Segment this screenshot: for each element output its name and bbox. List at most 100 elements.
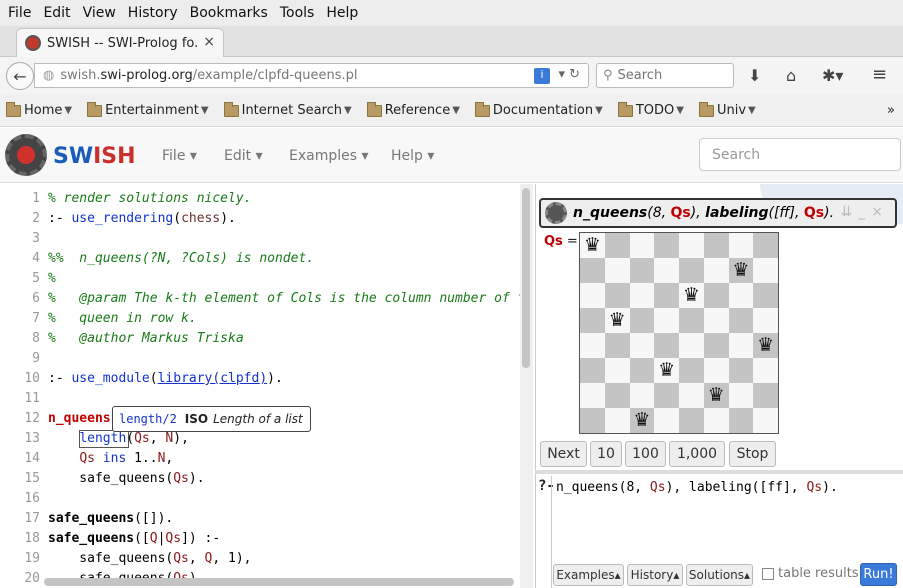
history-dropdown-button[interactable]: History▴ (627, 564, 683, 586)
next-button[interactable]: Next (540, 441, 587, 467)
board-square (654, 333, 679, 358)
menu-tools[interactable]: Tools (274, 5, 321, 21)
bookmark-documentation[interactable]: Documentation ▼ (474, 101, 603, 118)
folder-icon (474, 101, 490, 117)
line-number: 10 (24, 371, 40, 386)
editor-vertical-scroll-thumb[interactable] (522, 188, 530, 368)
bookmark-reference[interactable]: Reference ▼ (366, 101, 460, 118)
code-line: safe_queens([]). (48, 511, 174, 526)
board-square (580, 333, 605, 358)
board-square (629, 383, 655, 408)
board-square (629, 283, 655, 308)
folder-icon (87, 101, 103, 117)
board-square (629, 233, 655, 258)
board-square (728, 383, 754, 408)
bookmark-univ[interactable]: Univ ▼ (698, 101, 756, 118)
board-square (654, 308, 679, 333)
queen-icon: ♛ (633, 409, 651, 431)
table-results-checkbox[interactable] (762, 567, 774, 580)
globe-icon: ◍ (43, 68, 55, 83)
swish-menu-file[interactable]: File ▾ (162, 148, 197, 164)
swish-menu-help[interactable]: Help ▾ (391, 148, 434, 164)
query-controls[interactable]: ⇊_× (841, 204, 889, 220)
folder-icon (223, 101, 239, 117)
line-number: 16 (24, 491, 40, 506)
next-10-button[interactable]: 10 (590, 441, 622, 467)
line-number: 9 (32, 351, 40, 366)
result-binding-label: Qs = (544, 234, 578, 249)
line-number: 11 (24, 391, 40, 406)
tab-swish[interactable]: SWISH -- SWI-Prolog fo... × (16, 28, 224, 57)
browser-search[interactable]: ⚲ (596, 63, 734, 88)
menu-file[interactable]: File (2, 5, 37, 21)
menu-edit[interactable]: Edit (37, 5, 76, 21)
board-square (753, 283, 778, 308)
board-square (703, 283, 729, 308)
bookmark-todo[interactable]: TODO ▼ (617, 101, 684, 118)
bookmark-entertainment[interactable]: Entertainment ▼ (87, 101, 209, 118)
board-square (753, 233, 778, 258)
extension-icon[interactable]: ✱▾ (822, 66, 843, 85)
code-line: n_queens (48, 411, 111, 426)
swish-brand[interactable]: SWISH (53, 144, 136, 169)
swish-menu-examples[interactable]: Examples ▾ (289, 148, 369, 164)
board-square (604, 333, 630, 358)
board-square (703, 358, 729, 383)
swish-navbar: SWISH File ▾ Edit ▾ Examples ▾ Help ▾ Se… (0, 128, 903, 183)
editor-horizontal-scroll-thumb[interactable] (44, 578, 514, 586)
queen-icon: ♛ (658, 359, 676, 381)
url-bar[interactable]: ◍ swish. swi-prolog.org/example/clpfd-que… (34, 63, 589, 88)
pane-divider[interactable] (535, 470, 903, 474)
hamburger-menu-icon[interactable]: ≡ (872, 64, 887, 85)
stop-button[interactable]: Stop (729, 441, 776, 467)
menu-view[interactable]: View (77, 5, 122, 21)
close-tab-icon[interactable]: × (203, 34, 215, 50)
queen-icon: ♛ (608, 309, 626, 331)
url-prefix: swish. (60, 68, 101, 83)
browser-search-input[interactable] (617, 68, 718, 83)
queen-icon: ♛ (757, 334, 775, 356)
board-square (604, 408, 630, 433)
next-100-button[interactable]: 100 (625, 441, 666, 467)
menu-help[interactable]: Help (320, 5, 364, 21)
board-square (753, 258, 778, 283)
examples-dropdown-button[interactable]: Examples▴ (553, 564, 624, 586)
nav-bar: ← ◍ swish. swi-prolog.org/example/clpfd-q… (0, 57, 903, 95)
tab-title: SWISH -- SWI-Prolog fo... (47, 35, 197, 51)
swish-search-input[interactable]: Search (699, 138, 901, 171)
menu-bookmarks[interactable]: Bookmarks (184, 5, 274, 21)
run-button[interactable]: Run! (860, 563, 897, 586)
download-icon[interactable]: ⬇ (748, 66, 761, 85)
swish-menu-edit[interactable]: Edit ▾ (224, 148, 263, 164)
reload-icon[interactable]: ▾ ↻ (558, 67, 580, 82)
query-prompt: ?- (538, 478, 555, 494)
table-results-toggle[interactable]: table results (762, 566, 859, 581)
board-square (654, 233, 679, 258)
info-icon[interactable]: i (534, 68, 550, 84)
code-line: :- use_rendering(chess). (48, 211, 236, 226)
folder-icon (366, 101, 382, 117)
bookmark-home[interactable]: Home ▼ (6, 101, 73, 118)
menubar: File Edit View History Bookmarks Tools H… (0, 0, 903, 26)
bookmark-internet-search[interactable]: Internet Search ▼ (223, 101, 352, 118)
menu-history[interactable]: History (122, 5, 184, 21)
board-square (679, 408, 704, 433)
solutions-dropdown-button[interactable]: Solutions▴ (686, 564, 753, 586)
board-square (728, 408, 754, 433)
query-gutter-line (551, 476, 552, 588)
board-square (753, 308, 778, 333)
tooltip-predicate[interactable]: length/2 (119, 412, 177, 426)
query-input[interactable]: n_queens(8, Qs), labeling([ff], Qs). (556, 480, 838, 495)
chevron-down-icon: ▼ (64, 105, 73, 116)
bookmarks-overflow-icon[interactable]: » (887, 103, 895, 118)
next-1000-button[interactable]: 1,000 (669, 441, 725, 467)
back-button[interactable]: ← (6, 62, 34, 90)
tooltip-iso-badge: ISO (184, 412, 209, 426)
folder-icon (617, 101, 633, 117)
board-square (679, 383, 704, 408)
code-editor[interactable]: 1 2 3 4 5 6 7 8 9 10 11 12 13 14 15 16 1… (0, 184, 533, 588)
home-icon[interactable]: ⌂ (786, 66, 796, 85)
board-square (629, 308, 655, 333)
line-number: 18 (24, 531, 40, 546)
query-header: n_queens(8, Qs), labeling([ff], Qs). ⇊_× (539, 198, 897, 228)
